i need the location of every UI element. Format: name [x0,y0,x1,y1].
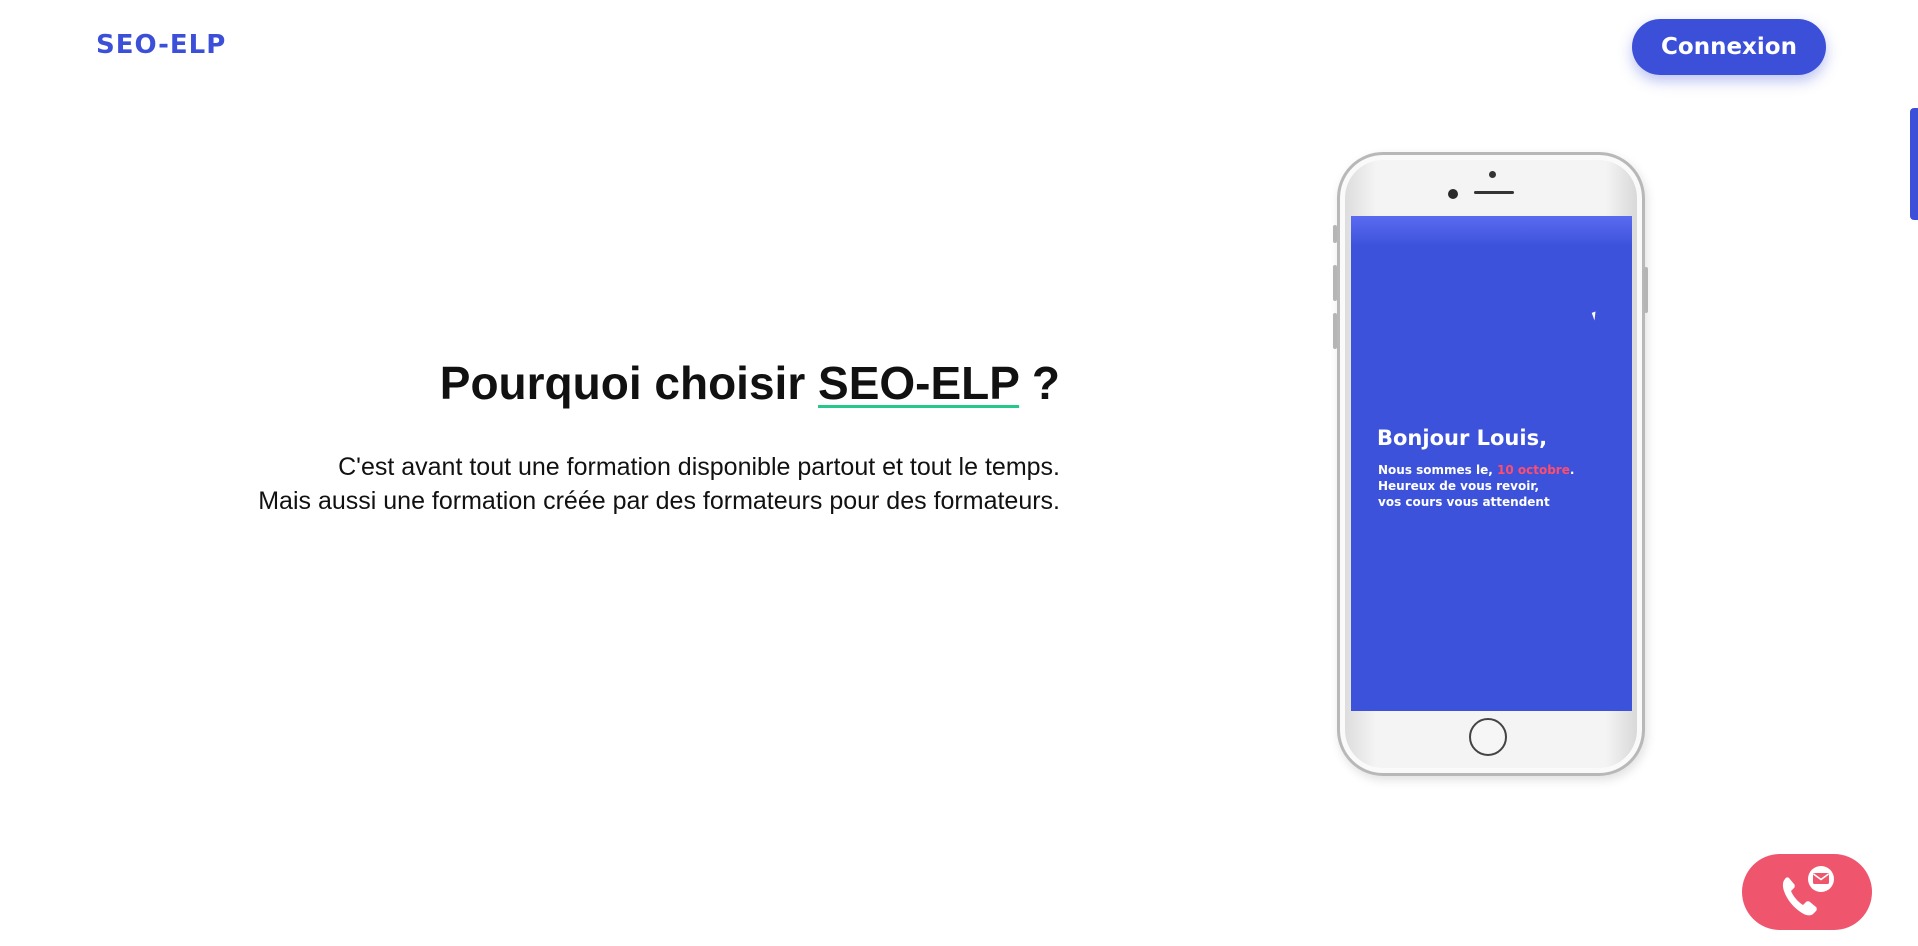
phone-home-button [1469,718,1507,756]
hero-title-brand: SEO-ELP [818,357,1020,409]
phone-power-button [1644,267,1648,313]
screen-message-date: 10 octobre [1497,463,1570,477]
site-logo[interactable]: SEO-ELP [96,30,226,60]
cursor-icon [1591,311,1599,321]
screen-message: Nous sommes le, 10 octobre. Heureux de v… [1378,462,1618,510]
phone-speaker-icon [1474,191,1514,194]
hero-description-line2: Mais aussi une formation créée par des f… [258,487,1060,515]
scrollbar-thumb[interactable] [1910,108,1918,220]
phone-volume-up [1333,265,1337,301]
hero-title: Pourquoi choisir SEO-ELP ? [250,356,1060,411]
screen-greeting: Bonjour Louis, [1377,426,1548,450]
hero-description: C'est avant tout une formation disponibl… [240,450,1060,518]
phone-mail-icon [1775,865,1839,919]
phone-mute-switch [1333,225,1337,243]
screen-message-prefix: Nous sommes le, [1378,463,1497,477]
hero-description-line1: C'est avant tout une formation disponibl… [338,453,1060,481]
hero-title-prefix: Pourquoi choisir [439,357,819,409]
phone-camera-icon [1448,189,1458,199]
screen-message-date-suffix: . [1569,463,1575,477]
hero-title-suffix: ? [1019,357,1060,409]
phone-volume-down [1333,313,1337,349]
login-button[interactable]: Connexion [1632,19,1826,75]
contact-button[interactable] [1742,854,1872,930]
phone-screen: Bonjour Louis, Nous sommes le, 10 octobr… [1351,216,1632,711]
phone-sensor-icon [1489,171,1496,178]
phone-mockup: Bonjour Louis, Nous sommes le, 10 octobr… [1333,152,1648,776]
screen-message-line3: vos cours vous attendent [1378,495,1550,509]
page: SEO-ELP Connexion Pourquoi choisir SEO-E… [0,0,1918,946]
screen-message-line2: Heureux de vous revoir, [1378,479,1540,493]
